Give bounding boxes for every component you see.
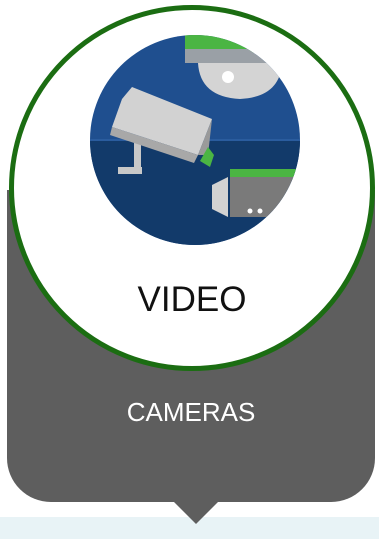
video-cameras-tile[interactable]: VIDEO CAMERAS (0, 0, 379, 539)
security-cameras-icon (90, 35, 300, 245)
tile-title: VIDEO (137, 280, 247, 319)
pin-pointer (172, 500, 220, 524)
tile-subtitle: CAMERAS (126, 397, 256, 427)
